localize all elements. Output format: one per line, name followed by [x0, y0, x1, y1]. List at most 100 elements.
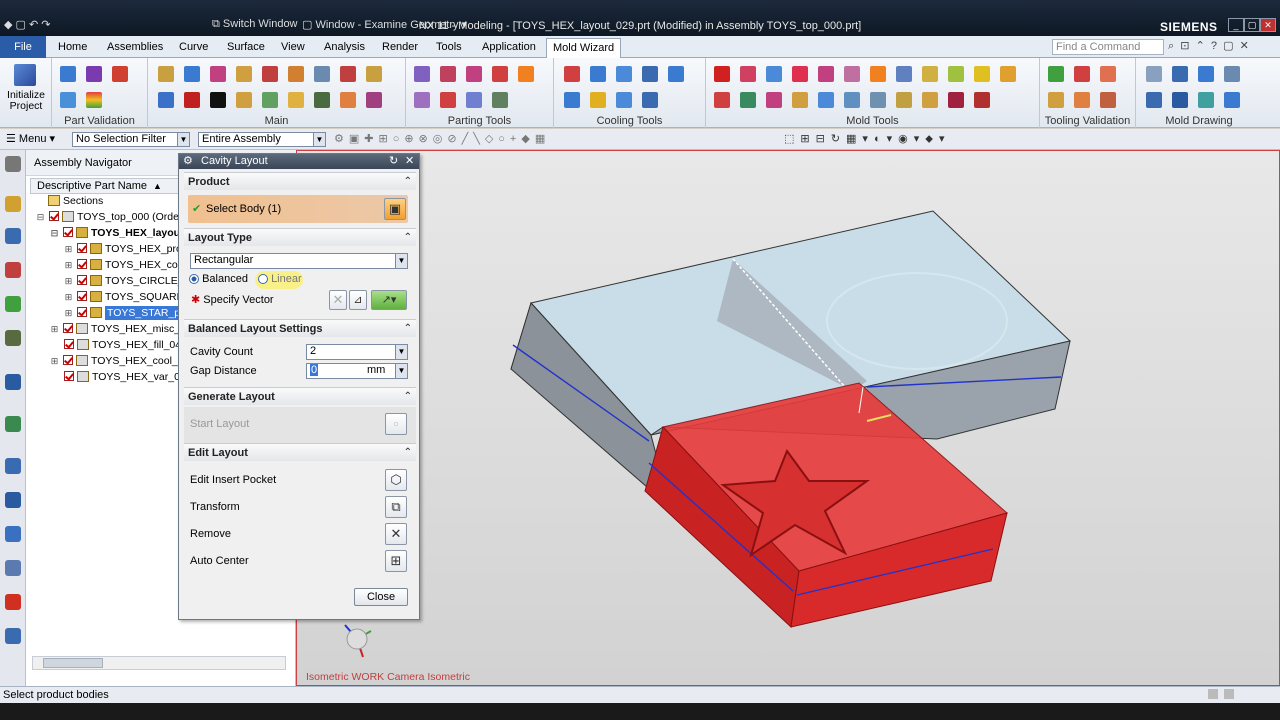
process-studio-icon[interactable]	[5, 492, 21, 508]
tab-file[interactable]: File	[0, 36, 46, 58]
radio-balanced[interactable]: Balanced	[189, 272, 248, 286]
mold-tool-icon-16[interactable]	[792, 92, 808, 108]
layout-type-select[interactable]: Rectangular ▼	[190, 253, 408, 269]
parting-icon-7[interactable]	[440, 92, 456, 108]
tree-item-hex-prod[interactable]: ⊞ TOYS_HEX_prod	[64, 241, 188, 257]
snap-toolbar-icons[interactable]: ⚙▣✚⊞○⊕⊗◎⊘╱╲◇○+◆▦	[334, 132, 550, 145]
minimize-button[interactable]: _	[1228, 18, 1244, 32]
tab-application[interactable]: Application	[476, 38, 542, 58]
menu-button[interactable]: ☰ Menu ▾	[6, 132, 55, 145]
visibility-checkbox[interactable]	[64, 339, 74, 350]
initialize-project-icon[interactable]	[14, 64, 36, 86]
part-validation-icon-5[interactable]	[86, 92, 102, 108]
main-icon-3[interactable]	[210, 66, 226, 82]
tooling-icon-4[interactable]	[1048, 92, 1064, 108]
visibility-checkbox[interactable]	[63, 323, 73, 334]
drawing-icon-1[interactable]	[1146, 66, 1162, 82]
visibility-checkbox[interactable]	[77, 243, 87, 254]
drawing-icon-7[interactable]	[1198, 92, 1214, 108]
main-icon-4[interactable]	[236, 66, 252, 82]
hd3d-tools-icon[interactable]	[5, 330, 21, 346]
roles-icon[interactable]	[5, 560, 21, 576]
specify-vector-row[interactable]: ✱ Specify Vector	[191, 293, 274, 307]
mold-tool-icon-10[interactable]	[948, 66, 964, 82]
mold-tool-icon-6[interactable]	[844, 66, 860, 82]
selection-filter-select[interactable]: No Selection Filter ▼	[72, 132, 190, 147]
main-icon-8[interactable]	[340, 66, 356, 82]
cooling-icon-2[interactable]	[590, 66, 606, 82]
cooling-icon-3[interactable]	[616, 66, 632, 82]
main-icon-2[interactable]	[184, 66, 200, 82]
visibility-checkbox[interactable]	[77, 275, 87, 286]
expand-icon[interactable]: ⊞	[64, 277, 73, 286]
mold-tool-icon-18[interactable]	[844, 92, 860, 108]
visibility-checkbox[interactable]	[64, 371, 74, 382]
tab-home[interactable]: Home	[52, 38, 93, 58]
parting-icon-2[interactable]	[440, 66, 456, 82]
mold-tool-icon-21[interactable]	[922, 92, 938, 108]
tooling-icon-6[interactable]	[1100, 92, 1116, 108]
part-validation-icon-2[interactable]	[86, 66, 102, 82]
part-validation-icon-4[interactable]	[60, 92, 76, 108]
main-icon-17[interactable]	[340, 92, 356, 108]
horizontal-scrollbar[interactable]	[32, 656, 286, 670]
maximize-button[interactable]: ▢	[1244, 18, 1260, 32]
main-icon-10[interactable]	[158, 92, 174, 108]
tree-item-layout[interactable]: ⊟ TOYS_HEX_layout	[50, 225, 184, 241]
transform-button[interactable]: ⧉	[385, 496, 407, 518]
tooling-icon-1[interactable]	[1048, 66, 1064, 82]
mold-tool-icon-22[interactable]	[948, 92, 964, 108]
assembly-navigator-icon[interactable]	[5, 196, 21, 212]
initialize-project-label[interactable]: Initialize Project	[2, 90, 50, 112]
manufacturing-wizards-icon[interactable]	[5, 526, 21, 542]
cavity-count-select[interactable]: 2 ▼	[306, 344, 408, 360]
parting-icon-1[interactable]	[414, 66, 430, 82]
mold-tool-icon-19[interactable]	[870, 92, 886, 108]
mold-tool-icon-7[interactable]	[870, 66, 886, 82]
mold-tool-icon-12[interactable]	[1000, 66, 1016, 82]
tree-item-circle[interactable]: ⊞ TOYS_CIRCLE_p	[64, 273, 189, 289]
mold-tool-icon-14[interactable]	[740, 92, 756, 108]
cooling-icon-1[interactable]	[564, 66, 580, 82]
visibility-checkbox[interactable]	[63, 355, 73, 366]
mold-tool-icon-11[interactable]	[974, 66, 990, 82]
mold-tool-icon-23[interactable]	[974, 92, 990, 108]
tree-item-sections[interactable]: Sections	[48, 193, 103, 209]
reverse-direction-icon[interactable]: ✕	[329, 290, 347, 310]
tree-item-var[interactable]: TOYS_HEX_var_025	[64, 369, 192, 385]
visibility-checkbox[interactable]	[63, 227, 73, 238]
cooling-icon-5[interactable]	[668, 66, 684, 82]
drawing-icon-6[interactable]	[1172, 92, 1188, 108]
cooling-icon-8[interactable]	[616, 92, 632, 108]
mold-tool-icon-3[interactable]	[766, 66, 782, 82]
status-icon-2[interactable]	[1224, 689, 1234, 699]
tab-render[interactable]: Render	[376, 38, 424, 58]
expand-icon[interactable]: ⊞	[50, 357, 59, 366]
collapse-icon[interactable]: ⊟	[50, 229, 59, 238]
tree-item-top[interactable]: ⊟ TOYS_top_000 (Order	[36, 209, 182, 225]
parting-icon-9[interactable]	[492, 92, 508, 108]
mold-tool-icon-15[interactable]	[766, 92, 782, 108]
collapse-section-icon[interactable]: ⌃	[404, 173, 412, 191]
tree-item-cool[interactable]: ⊞ TOYS_HEX_cool_04	[50, 353, 189, 369]
tab-surface[interactable]: Surface	[221, 38, 271, 58]
tab-view[interactable]: View	[275, 38, 311, 58]
auto-center-button[interactable]: ⊞	[385, 550, 407, 572]
reuse-library-icon[interactable]	[5, 296, 21, 312]
ribbon-options-icons[interactable]: ⌕ ⊡ ⌃ ? ▢ ✕	[1168, 39, 1249, 53]
tooling-icon-2[interactable]	[1074, 66, 1090, 82]
main-icon-13[interactable]	[236, 92, 252, 108]
clock-icon[interactable]	[5, 458, 21, 474]
drawing-icon-4[interactable]	[1224, 66, 1240, 82]
section-layout-type[interactable]: Layout Type ⌃	[184, 228, 416, 246]
section-product[interactable]: Product ⌃	[184, 172, 416, 190]
expand-icon[interactable]: ⊞	[50, 325, 59, 334]
status-icon-1[interactable]	[1208, 689, 1218, 699]
tooling-icon-5[interactable]	[1074, 92, 1090, 108]
cooling-icon-7[interactable]	[590, 92, 606, 108]
gear-icon[interactable]: ⚙	[183, 154, 193, 169]
tab-tools[interactable]: Tools	[430, 38, 468, 58]
remove-button[interactable]: ✕	[385, 523, 407, 545]
mold-tool-icon-8[interactable]	[896, 66, 912, 82]
mold-tool-icon-17[interactable]	[818, 92, 834, 108]
